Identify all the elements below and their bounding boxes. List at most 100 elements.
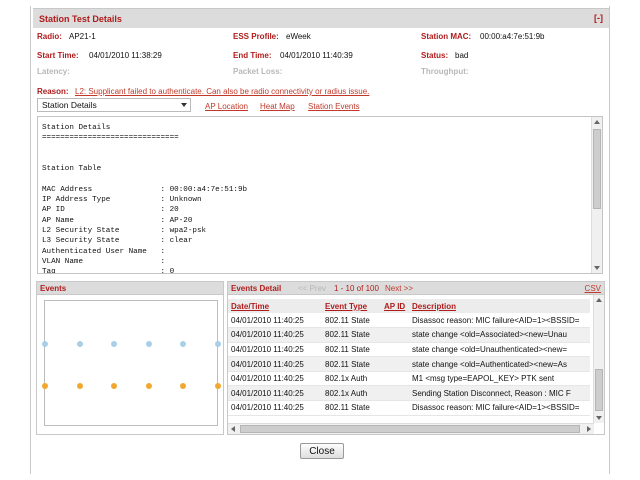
event-marker-blue[interactable] xyxy=(145,341,152,347)
station-mac-value: 00:00:a4:7e:51:9b xyxy=(480,32,545,41)
cell-ap-id xyxy=(381,342,409,358)
radio-label: Radio: xyxy=(37,32,62,41)
col-ap-id[interactable]: AP ID xyxy=(381,299,409,313)
heat-map-link[interactable]: Heat Map xyxy=(260,102,295,111)
table-row[interactable]: 04/01/2010 11:40:25 802.1x Auth M1 <msg ty… xyxy=(228,371,590,387)
close-button[interactable]: Close xyxy=(300,443,344,459)
collapse-button[interactable]: [-] xyxy=(594,13,603,23)
cell-ap-id xyxy=(381,356,409,372)
cell-ap-id xyxy=(381,371,409,387)
cell-description: Disassoc reason: MIC failure<AID=1><BSSI… xyxy=(409,400,590,416)
hscrollbar-thumb[interactable] xyxy=(240,425,580,433)
reason-label: Reason: xyxy=(37,87,69,96)
event-marker-blue[interactable] xyxy=(180,341,186,347)
latency-label: Latency: xyxy=(37,67,70,76)
scrollbar-thumb[interactable] xyxy=(593,129,601,209)
table-row[interactable]: 04/01/2010 11:40:25 802.11 State state cha… xyxy=(228,356,590,372)
col-event-type[interactable]: Event Type xyxy=(322,299,381,313)
page-range: 1 - 10 of 100 xyxy=(334,284,379,293)
reason-link[interactable]: L2: Supplicant failed to authenticate. C… xyxy=(75,87,369,96)
col-description[interactable]: Description xyxy=(409,299,590,313)
cell-datetime: 04/01/2010 11:40:25 xyxy=(228,356,322,372)
events-detail-title: Events Detail xyxy=(231,284,282,293)
cell-datetime: 04/01/2010 11:40:25 xyxy=(228,385,322,402)
event-marker-orange[interactable] xyxy=(76,383,83,389)
scroll-down-icon[interactable] xyxy=(596,416,602,420)
ap-location-link[interactable]: AP Location xyxy=(205,102,248,111)
dialog-title: Station Test Details xyxy=(39,14,122,24)
packet-loss-label: Packet Loss: xyxy=(233,67,283,76)
cell-event-type: 802.11 State xyxy=(322,342,381,358)
csv-export-link[interactable]: CSV xyxy=(585,284,601,293)
scroll-down-icon[interactable] xyxy=(594,266,600,270)
station-mac-label: Station MAC: xyxy=(421,32,472,41)
end-time-value: 04/01/2010 11:40:39 xyxy=(280,51,353,60)
view-select-value: Station Details xyxy=(42,100,97,110)
event-marker-blue[interactable] xyxy=(214,341,221,347)
table-scrollbar[interactable] xyxy=(593,295,604,423)
scroll-left-icon[interactable] xyxy=(231,426,235,432)
event-marker-blue[interactable] xyxy=(111,341,117,347)
ess-value: eWeek xyxy=(286,32,311,41)
info-row-2: Start Time: 04/01/2010 11:38:29 End Time… xyxy=(31,51,611,63)
scrollbar-thumb[interactable] xyxy=(595,369,603,411)
events-title: Events xyxy=(40,284,67,293)
cell-event-type: 802.11 State xyxy=(322,327,381,343)
details-scrollbar[interactable] xyxy=(591,117,602,273)
status-value: bad xyxy=(455,51,469,60)
event-marker-orange[interactable] xyxy=(42,383,48,389)
event-marker-orange[interactable] xyxy=(111,383,117,389)
event-marker-blue[interactable] xyxy=(76,341,83,347)
dialog-titlebar: Station Test Details [-] xyxy=(33,8,609,28)
table-hscrollbar[interactable] xyxy=(228,423,594,434)
events-timeline xyxy=(42,300,221,426)
view-select[interactable]: Station Details xyxy=(37,98,191,112)
next-page-link[interactable]: Next >> xyxy=(385,284,413,293)
chevron-down-icon xyxy=(181,103,187,107)
event-marker-blue[interactable] xyxy=(42,341,48,347)
events-detail-header: Events Detail << Prev 1 - 10 of 100 Next… xyxy=(227,281,605,295)
event-marker-orange[interactable] xyxy=(214,383,221,389)
table-row[interactable]: 04/01/2010 11:40:25 802.1x Auth Sending St… xyxy=(228,385,590,402)
cell-description: state change <old=Authenticated><new=As xyxy=(409,356,590,372)
info-row-3: Latency: Packet Loss: Throughput: xyxy=(31,67,611,79)
station-details-text[interactable]: Station Details ========================… xyxy=(37,116,603,274)
cell-event-type: 802.11 State xyxy=(322,356,381,372)
station-test-dialog: Station Test Details [-] Radio: AP21-1 E… xyxy=(30,6,610,474)
scroll-up-icon[interactable] xyxy=(596,298,602,302)
scroll-up-icon[interactable] xyxy=(594,120,600,124)
table-header-row: Date/Time Event Type AP ID Description xyxy=(228,299,590,313)
cell-description: state change <old=Associated><new=Unau xyxy=(409,327,590,343)
cell-event-type: 802.11 State xyxy=(322,313,381,329)
table-row[interactable]: 04/01/2010 11:40:25 802.11 State state cha… xyxy=(228,327,590,343)
cell-ap-id xyxy=(381,400,409,416)
start-time-label: Start Time: xyxy=(37,51,79,60)
col-datetime[interactable]: Date/Time xyxy=(228,299,322,313)
cell-datetime: 04/01/2010 11:40:25 xyxy=(228,371,322,387)
cell-description: M1 <msg type=EAPOL_KEY> PTK sent xyxy=(409,371,590,387)
cell-ap-id xyxy=(381,313,409,329)
scroll-right-icon[interactable] xyxy=(587,426,591,432)
cell-description: Disassoc reason: MIC failure<AID=1><BSSI… xyxy=(409,313,590,329)
station-events-link[interactable]: Station Events xyxy=(308,102,360,111)
cell-event-type: 802.1x Auth xyxy=(322,371,381,387)
cell-ap-id xyxy=(381,327,409,343)
events-table: Date/Time Event Type AP ID Description 0… xyxy=(228,299,590,416)
cell-description: state change <old=Unauthenticated><new= xyxy=(409,342,590,358)
table-row[interactable]: 04/01/2010 11:40:25 802.11 State Disassoc … xyxy=(228,400,590,416)
end-time-label: End Time: xyxy=(233,51,272,60)
events-table-container: Date/Time Event Type AP ID Description 0… xyxy=(227,295,605,435)
status-label: Status: xyxy=(421,51,449,60)
cell-datetime: 04/01/2010 11:40:25 xyxy=(228,342,322,358)
table-row[interactable]: 04/01/2010 11:40:25 802.11 State state cha… xyxy=(228,342,590,358)
events-panel-header: Events xyxy=(36,281,224,295)
table-row[interactable]: 04/01/2010 11:40:25 802.11 State Disassoc … xyxy=(228,313,590,329)
ess-label: ESS Profile: xyxy=(233,32,279,41)
station-details-content: Station Details ========================… xyxy=(42,124,248,274)
info-row-1: Radio: AP21-1 ESS Profile: eWeek Station… xyxy=(31,32,611,44)
cell-datetime: 04/01/2010 11:40:25 xyxy=(228,400,322,416)
cell-event-type: 802.11 State xyxy=(322,400,381,416)
event-marker-orange[interactable] xyxy=(145,383,152,389)
prev-page-link[interactable]: << Prev xyxy=(298,284,326,293)
event-marker-orange[interactable] xyxy=(180,383,186,389)
